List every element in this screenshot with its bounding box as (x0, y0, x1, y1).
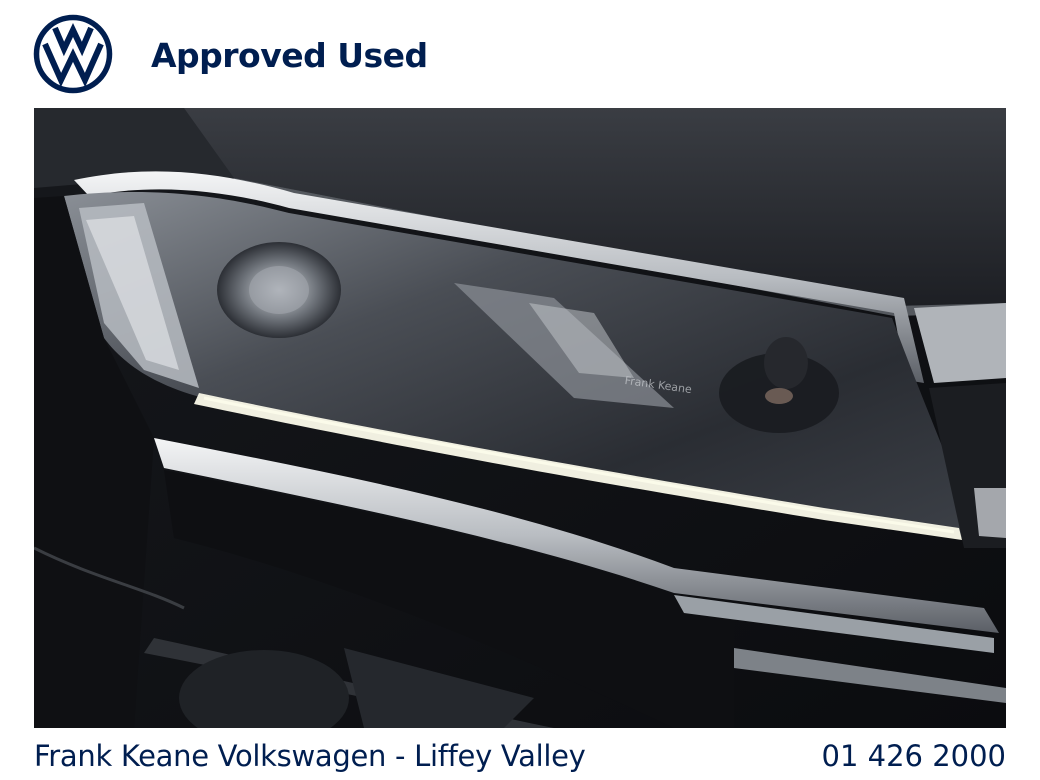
page-title: Approved Used (151, 36, 428, 75)
dealer-name: Frank Keane Volkswagen - Liffey Valley (34, 739, 586, 773)
car-headlight-photo: Frank Keane (34, 108, 1006, 728)
footer: Frank Keane Volkswagen - Liffey Valley 0… (0, 728, 1040, 780)
vw-logo-icon (33, 14, 113, 94)
dealer-phone[interactable]: 01 426 2000 (822, 736, 1007, 776)
header: Approved Used (0, 0, 1040, 108)
